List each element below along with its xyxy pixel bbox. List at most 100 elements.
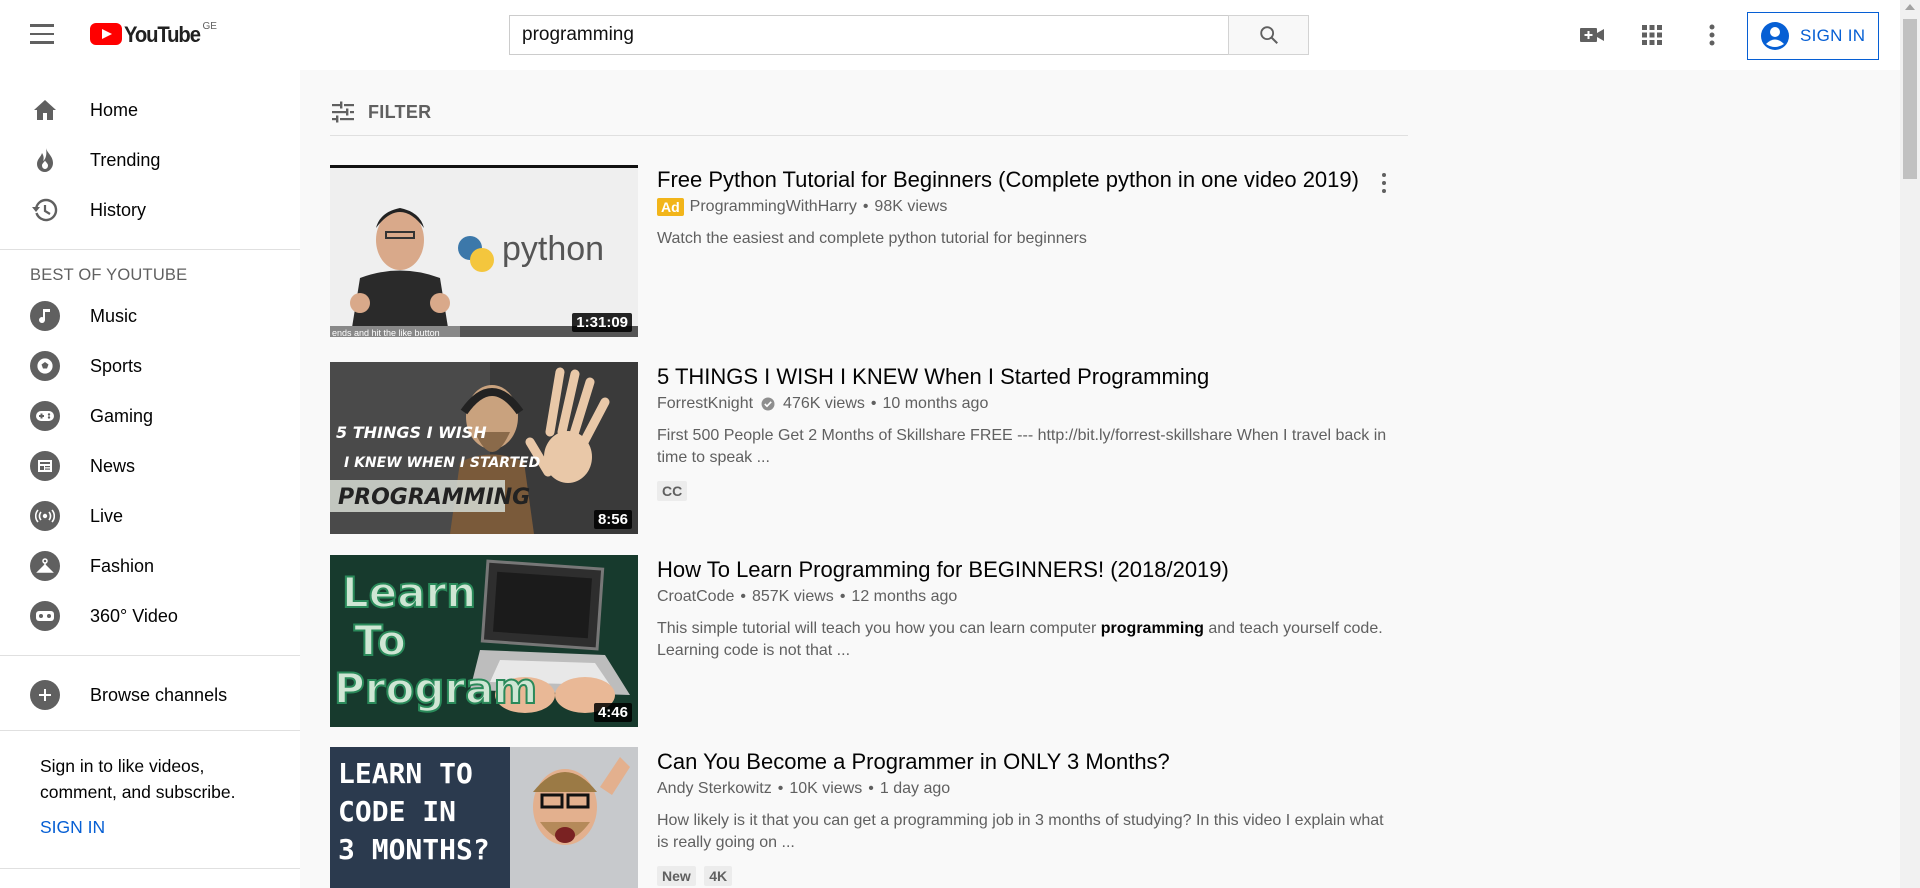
- thumbnail-text-line: To: [354, 616, 406, 665]
- search-icon: [1259, 26, 1278, 44]
- settings-more-button[interactable]: [1696, 19, 1728, 51]
- thumbnail-caption: ends and hit the like button: [332, 328, 440, 337]
- sign-in-prompt: Sign in to like videos, comment, and sub…: [40, 756, 236, 802]
- header-sign-in-button[interactable]: SIGN IN: [1747, 12, 1879, 60]
- music-icon: [30, 301, 60, 331]
- video-duration: 8:56: [593, 510, 632, 529]
- thumbnail-image: LEARN TO CODE IN 3 MONTHS?: [330, 747, 638, 888]
- sidebar-item-home[interactable]: Home: [0, 85, 300, 135]
- video-title[interactable]: Can You Become a Programmer in ONLY 3 Mo…: [657, 747, 1397, 776]
- thumbnail-text-line: CODE IN: [338, 795, 456, 828]
- logo-text: YouTube: [124, 22, 201, 47]
- video-info: Can You Become a Programmer in ONLY 3 Mo…: [657, 747, 1397, 886]
- video-title[interactable]: 5 THINGS I WISH I KNEW When I Started Pr…: [657, 362, 1397, 391]
- sidebar-item-trending[interactable]: Trending: [0, 135, 300, 185]
- history-icon: [30, 195, 60, 225]
- thumbnail-python-text: python: [502, 230, 604, 268]
- scrollbar-thumb[interactable]: [1903, 19, 1917, 179]
- ad-badge: Ad: [657, 198, 684, 216]
- sidebar-item-sports[interactable]: Sports: [0, 341, 300, 391]
- channel-name[interactable]: ProgrammingWithHarry: [690, 198, 857, 216]
- thumbnail-text-line: 3 MONTHS?: [338, 833, 490, 866]
- news-icon: [30, 451, 60, 481]
- thumbnail-text-line: PROGRAMMING: [338, 485, 530, 510]
- view-count: 98K views: [874, 198, 948, 215]
- add-circle-icon: [30, 680, 60, 710]
- search-button[interactable]: [1228, 15, 1309, 55]
- guide-menu-icon[interactable]: [30, 24, 58, 46]
- sidebar-item-label: 360° Video: [90, 605, 178, 626]
- sidebar-item-360-video[interactable]: 360° Video: [0, 591, 300, 641]
- youtube-logo[interactable]: YouTube GE: [90, 20, 217, 50]
- scroll-up-arrow-icon[interactable]: [1905, 4, 1915, 10]
- sidebar-item-label: Gaming: [90, 405, 154, 426]
- best-of-youtube-heading: BEST OF YOUTUBE: [30, 266, 188, 284]
- sidebar-item-label: Home: [90, 99, 139, 120]
- filter-label: FILTER: [368, 102, 432, 122]
- sidebar-item-label: Browse channels: [90, 684, 228, 705]
- cc-badge: CC: [657, 481, 688, 501]
- sidebar-item-live[interactable]: Live: [0, 491, 300, 541]
- view-count: 476K views: [783, 395, 865, 412]
- sidebar-item-browse-channels[interactable]: Browse channels: [0, 670, 300, 720]
- sidebar-item-news[interactable]: News: [0, 441, 300, 491]
- video-result: Learn To Program 4:46 How To Learn Progr…: [330, 555, 1408, 727]
- sidebar-item-gaming[interactable]: Gaming: [0, 391, 300, 441]
- channel-name[interactable]: Andy Sterkowitz: [657, 780, 772, 798]
- upload-age: 12 months ago: [851, 588, 958, 605]
- sidebar-item-label: Trending: [90, 149, 161, 170]
- view-count: 857K views: [751, 588, 834, 605]
- video-duration: 1:31:09: [572, 313, 632, 332]
- video-title[interactable]: How To Learn Programming for BEGINNERS! …: [657, 555, 1397, 584]
- apps-button[interactable]: [1636, 19, 1668, 51]
- thumbnail-text-line: Learn: [342, 568, 476, 617]
- video-thumbnail[interactable]: 5 THINGS I WISH I KNEW WHEN I STARTED PR…: [330, 362, 638, 534]
- sports-icon: [30, 351, 60, 381]
- action-menu-icon[interactable]: [1372, 171, 1396, 195]
- sidebar-sign-in-link[interactable]: SIGN IN: [0, 805, 300, 838]
- sidebar-item-fashion[interactable]: Fashion: [0, 541, 300, 591]
- sidebar-item-label: Music: [90, 305, 138, 326]
- new-badge: New: [657, 866, 696, 886]
- upload-age: 1 day ago: [879, 780, 951, 797]
- sidebar-item-label: Live: [90, 505, 124, 526]
- video-camera-add-icon: [1580, 28, 1604, 42]
- sidebar-item-music[interactable]: Music: [0, 291, 300, 341]
- filter-button[interactable]: FILTER: [330, 92, 1408, 136]
- video-info: How To Learn Programming for BEGINNERS! …: [657, 555, 1397, 662]
- thumbnail-text-line: 5 THINGS I WISH: [336, 423, 487, 442]
- video-thumbnail[interactable]: Learn To Program 4:46: [330, 555, 638, 727]
- video-duration: 4:46: [593, 703, 632, 722]
- more-vert-icon: [1709, 24, 1715, 46]
- create-video-button[interactable]: [1576, 19, 1608, 51]
- search-input[interactable]: [509, 15, 1229, 55]
- 360-video-icon: [30, 601, 60, 631]
- sidebar-item-history[interactable]: History: [0, 185, 300, 235]
- apps-grid-icon: [1642, 25, 1662, 45]
- video-meta: Andy Sterkowitz • 10K views • 1 day ago: [657, 780, 951, 798]
- video-description: This simple tutorial will teach you how …: [657, 618, 1397, 662]
- channel-name[interactable]: CroatCode: [657, 588, 734, 606]
- masthead: YouTube GE SIGN IN: [0, 0, 1900, 70]
- thumbnail-image: Learn To Program: [330, 555, 638, 727]
- 4k-badge: 4K: [704, 866, 733, 886]
- sidebar-divider: [0, 868, 300, 869]
- description-highlight: programming: [1100, 620, 1204, 637]
- page-scrollbar[interactable]: [1900, 0, 1920, 888]
- video-result: 5 THINGS I WISH I KNEW WHEN I STARTED PR…: [330, 362, 1408, 534]
- channel-name[interactable]: ForrestKnight: [657, 395, 753, 413]
- thumbnail-image: python ends and hit the like button: [330, 168, 638, 337]
- video-info: 5 THINGS I WISH I KNEW When I Started Pr…: [657, 362, 1397, 501]
- gaming-icon: [30, 401, 60, 431]
- tune-icon: [332, 101, 354, 123]
- video-thumbnail[interactable]: python ends and hit the like button 1:31…: [330, 165, 638, 337]
- home-icon: [30, 95, 60, 125]
- thumbnail-image: 5 THINGS I WISH I KNEW WHEN I STARTED PR…: [330, 362, 638, 534]
- sidebar-item-label: Fashion: [90, 555, 155, 576]
- account-circle-icon: [1761, 22, 1789, 50]
- video-thumbnail[interactable]: LEARN TO CODE IN 3 MONTHS?: [330, 747, 638, 888]
- sidebar-divider: [0, 249, 300, 250]
- sidebar-item-label: News: [90, 455, 136, 476]
- sidebar-item-label: History: [90, 199, 147, 220]
- video-title[interactable]: Free Python Tutorial for Beginners (Comp…: [657, 165, 1397, 194]
